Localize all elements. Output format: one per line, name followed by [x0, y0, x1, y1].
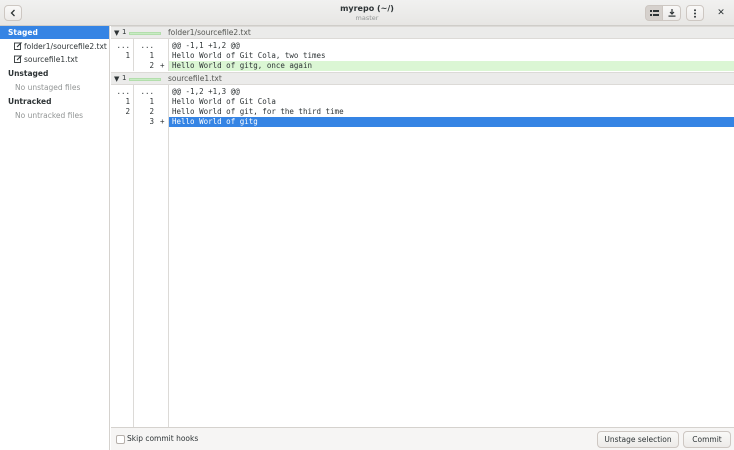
diff-line[interactable]: ... ... @@ -1,1 +1,2 @@ — [111, 41, 734, 51]
change-bar — [129, 78, 161, 81]
hunk-count: 1 — [122, 28, 127, 36]
branch-subtitle: master — [355, 14, 379, 22]
staged-file-item[interactable]: sourcefile1.txt — [14, 53, 78, 65]
download-button[interactable] — [663, 5, 681, 21]
edit-file-icon — [14, 55, 22, 63]
old-line-number: 2 — [125, 107, 130, 116]
diff-line[interactable]: 1 1 Hello World of Git Cola — [111, 97, 734, 107]
download-icon — [668, 9, 675, 17]
edit-file-icon — [14, 42, 22, 50]
diff-line[interactable]: ... ... @@ -1,2 +1,3 @@ — [111, 87, 734, 97]
list-view-button[interactable] — [645, 5, 663, 21]
diff-line-selected[interactable]: 3 + Hello World of gitg — [111, 117, 734, 127]
line-symbol: + — [160, 117, 165, 126]
line-symbol: + — [160, 61, 165, 70]
close-button[interactable]: ✕ — [714, 6, 728, 20]
window-title: myrepo (~/) — [340, 4, 394, 13]
hunk-count: 1 — [122, 74, 127, 82]
skip-hooks-label[interactable]: Skip commit hooks — [127, 434, 198, 443]
staged-file-name: folder1/sourcefile2.txt — [24, 41, 107, 51]
line-text: @@ -1,2 +1,3 @@ — [172, 87, 240, 96]
kebab-menu-icon — [694, 8, 696, 18]
line-text: @@ -1,1 +1,2 @@ — [172, 41, 240, 50]
line-text: Hello World of gitg — [172, 117, 258, 126]
line-text: Hello World of Git Cola, two times — [172, 51, 326, 60]
diff-view[interactable]: ▼ 1 folder1/sourcefile2.txt ... ... @@ -… — [111, 26, 734, 427]
close-icon: ✕ — [717, 8, 725, 18]
expand-triangle-icon[interactable]: ▼ — [114, 29, 119, 37]
old-line-number: ... — [116, 41, 130, 50]
new-line-number: 1 — [149, 97, 154, 106]
menu-button[interactable] — [686, 5, 704, 21]
diff-line-added[interactable]: 2 + Hello World of gitg, once again — [111, 61, 734, 71]
action-bar: Skip commit hooks Unstage selection Comm… — [111, 427, 734, 450]
old-line-number: ... — [116, 87, 130, 96]
diff-line[interactable]: 2 2 Hello World of git, for the third ti… — [111, 107, 734, 117]
header-bar: myrepo (~/) master ✕ — [0, 0, 734, 26]
change-bar — [129, 32, 161, 35]
section-untracked[interactable]: Untracked — [0, 95, 109, 108]
section-staged[interactable]: Staged — [0, 26, 109, 39]
line-text: Hello World of git, for the third time — [172, 107, 344, 116]
old-line-number: 1 — [125, 51, 130, 60]
expand-triangle-icon[interactable]: ▼ — [114, 75, 119, 83]
file-header[interactable]: ▼ 1 folder1/sourcefile2.txt — [111, 26, 734, 39]
new-line-number: 2 — [149, 61, 154, 70]
file-name: folder1/sourcefile2.txt — [168, 28, 251, 37]
title-area: myrepo (~/) master — [0, 4, 734, 23]
staged-file-name: sourcefile1.txt — [24, 54, 78, 64]
view-button-group — [645, 5, 681, 21]
sidebar: Staged folder1/sourcefile2.txt sourcefil… — [0, 26, 110, 450]
file-name: sourcefile1.txt — [168, 74, 222, 83]
old-line-gutter — [111, 85, 134, 427]
untracked-empty-text: No untracked files — [15, 111, 83, 120]
commit-button[interactable]: Commit — [683, 431, 731, 448]
new-line-number: 3 — [149, 117, 154, 126]
unstage-selection-button[interactable]: Unstage selection — [597, 431, 679, 448]
new-line-number: 2 — [149, 107, 154, 116]
staged-file-item[interactable]: folder1/sourcefile2.txt — [14, 40, 107, 52]
skip-hooks-checkbox[interactable] — [116, 435, 125, 444]
section-unstaged[interactable]: Unstaged — [0, 67, 109, 80]
diff-line[interactable]: 1 1 Hello World of Git Cola, two times — [111, 51, 734, 61]
new-line-number: 1 — [149, 51, 154, 60]
unstaged-empty-text: No unstaged files — [15, 83, 81, 92]
new-line-number: ... — [140, 87, 154, 96]
line-text: Hello World of Git Cola — [172, 97, 276, 106]
list-view-icon — [649, 9, 659, 16]
line-text: Hello World of gitg, once again — [172, 61, 312, 70]
new-line-number: ... — [140, 41, 154, 50]
file-header[interactable]: ▼ 1 sourcefile1.txt — [111, 72, 734, 85]
old-line-number: 1 — [125, 97, 130, 106]
new-line-gutter — [134, 85, 169, 427]
